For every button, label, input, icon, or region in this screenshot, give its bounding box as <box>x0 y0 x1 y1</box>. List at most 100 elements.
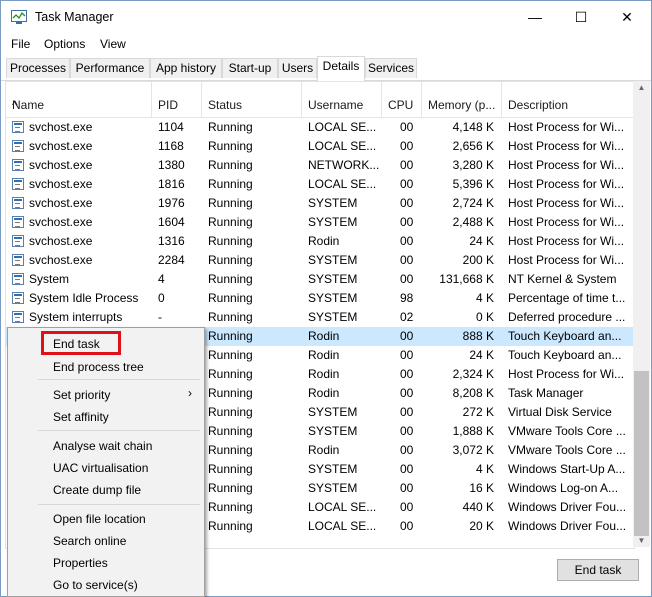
table-row[interactable]: svchost.exe 1168 Running LOCAL SE... 00 2,656… <box>6 137 634 156</box>
process-icon <box>12 292 24 304</box>
tab-details[interactable]: Details <box>317 56 365 81</box>
cell-cpu: 00 <box>400 177 414 191</box>
table-row[interactable]: svchost.exe 2284 Running SYSTEM 00 200 K Host … <box>6 251 634 270</box>
cell-user: SYSTEM <box>308 272 358 286</box>
column-header-pid[interactable]: PID <box>152 82 202 117</box>
column-header-memory[interactable]: Memory (p... <box>422 82 502 117</box>
cell-pid: 1104 <box>158 120 184 134</box>
tab-performance[interactable]: Performance <box>70 58 150 78</box>
minimize-button[interactable]: — <box>512 1 558 33</box>
cell-mem: 20 K <box>469 519 494 533</box>
cell-desc: Host Process for Wi... <box>508 158 625 172</box>
cell-mem: 3,072 K <box>452 443 494 457</box>
menu-open-file-location[interactable]: Open file location <box>53 512 146 526</box>
cell-status: Running <box>208 443 253 457</box>
cell-pid: 1380 <box>158 158 185 172</box>
cell-name: System <box>29 272 70 286</box>
table-row[interactable]: svchost.exe 1604 Running SYSTEM 00 2,488 K Hos… <box>6 213 634 232</box>
table-row[interactable]: svchost.exe 1316 Running Rodin 00 24 K Host Pr… <box>6 232 634 251</box>
cell-mem: 200 K <box>462 253 494 267</box>
cell-status: Running <box>208 291 253 305</box>
cell-mem: 440 K <box>462 500 494 514</box>
menu-properties[interactable]: Properties <box>53 556 108 570</box>
cell-name: svchost.exe <box>29 120 93 134</box>
process-icon <box>12 197 24 209</box>
end-task-button[interactable]: End task <box>557 559 639 581</box>
table-header: ^ Name PID Status Username CPU Memory (p.… <box>6 82 634 118</box>
menu-view[interactable]: View <box>100 37 126 51</box>
cell-name: System Idle Process <box>29 291 139 305</box>
cell-mem: 2,656 K <box>452 139 494 153</box>
cell-desc: Deferred procedure ... <box>508 310 626 324</box>
tab-processes[interactable]: Processes <box>6 58 70 78</box>
window-title: Task Manager <box>35 10 114 24</box>
scroll-down-icon[interactable]: ▼ <box>633 536 650 545</box>
cell-cpu: 98 <box>400 291 414 305</box>
cell-pid: 1816 <box>158 177 185 191</box>
cell-mem: 2,324 K <box>452 367 494 381</box>
tab-app-history[interactable]: App history <box>150 58 222 78</box>
menu-analyse-wait-chain[interactable]: Analyse wait chain <box>53 439 152 453</box>
menu-set-affinity[interactable]: Set affinity <box>53 410 109 424</box>
menu-end-process-tree[interactable]: End process tree <box>53 360 144 374</box>
column-header-status[interactable]: Status <box>202 82 302 117</box>
scroll-up-icon[interactable]: ▲ <box>633 83 650 92</box>
cell-desc: NT Kernel & System <box>508 272 617 286</box>
cell-desc: Host Process for Wi... <box>508 139 625 153</box>
menu-create-dump-file[interactable]: Create dump file <box>53 483 141 497</box>
menu-separator <box>38 430 200 431</box>
tab-startup[interactable]: Start-up <box>222 58 278 78</box>
table-row[interactable]: System Idle Process 0 Running SYSTEM 98 4 K Pe… <box>6 289 634 308</box>
menu-end-task[interactable]: End task <box>53 337 100 351</box>
cell-name: svchost.exe <box>29 177 93 191</box>
cell-mem: 16 K <box>469 481 494 495</box>
cell-name: svchost.exe <box>29 158 93 172</box>
tab-services[interactable]: Services <box>365 58 417 78</box>
cell-name: svchost.exe <box>29 253 93 267</box>
title-bar: Task Manager — ☐ ✕ <box>1 1 651 33</box>
task-manager-app-icon <box>11 10 27 24</box>
cell-user: SYSTEM <box>308 462 358 476</box>
menu-separator <box>38 379 200 380</box>
scroll-thumb[interactable] <box>634 371 649 536</box>
menu-go-to-services[interactable]: Go to service(s) <box>53 578 138 592</box>
table-row[interactable]: System interrupts - Running SYSTEM 02 0 K Defe… <box>6 308 634 327</box>
cell-name: System interrupts <box>29 310 123 324</box>
vertical-scrollbar[interactable]: ▲ ▼ <box>633 81 650 547</box>
minimize-icon: — <box>528 9 542 25</box>
table-row[interactable]: svchost.exe 1104 Running LOCAL SE... 00 4,148… <box>6 118 634 137</box>
cell-status: Running <box>208 310 253 324</box>
column-header-username[interactable]: Username <box>302 82 382 117</box>
column-header-description[interactable]: Description <box>502 82 634 117</box>
cell-desc: Host Process for Wi... <box>508 177 625 191</box>
table-row[interactable]: svchost.exe 1816 Running LOCAL SE... 00 5,396… <box>6 175 634 194</box>
column-header-cpu[interactable]: CPU <box>382 82 422 117</box>
menu-search-online[interactable]: Search online <box>53 534 126 548</box>
menu-bar: File Options View <box>1 34 651 54</box>
close-button[interactable]: ✕ <box>604 1 650 33</box>
menu-file[interactable]: File <box>11 37 30 51</box>
cell-desc: Host Process for Wi... <box>508 215 625 229</box>
maximize-button[interactable]: ☐ <box>558 1 604 33</box>
table-row[interactable]: svchost.exe 1976 Running SYSTEM 00 2,724 K Hos… <box>6 194 634 213</box>
cell-mem: 2,488 K <box>452 215 494 229</box>
cell-mem: 2,724 K <box>452 196 494 210</box>
context-menu: End task End process tree Set priority ›… <box>7 327 205 597</box>
cell-cpu: 00 <box>400 367 414 381</box>
column-header-name[interactable]: ^ Name <box>6 82 152 117</box>
process-icon <box>12 121 24 133</box>
cell-user: SYSTEM <box>308 215 358 229</box>
menu-set-priority[interactable]: Set priority <box>53 388 110 402</box>
cell-pid: 4 <box>158 272 165 286</box>
cell-mem: 24 K <box>469 234 494 248</box>
cell-user: SYSTEM <box>308 405 358 419</box>
table-row[interactable]: System 4 Running SYSTEM 00 131,668 K NT Kernel… <box>6 270 634 289</box>
menu-uac-virtualisation[interactable]: UAC virtualisation <box>53 461 148 475</box>
cell-status: Running <box>208 253 253 267</box>
cell-cpu: 00 <box>400 120 414 134</box>
table-row[interactable]: svchost.exe 1380 Running NETWORK... 00 3,280 … <box>6 156 634 175</box>
menu-options[interactable]: Options <box>44 37 85 51</box>
cell-desc: Host Process for Wi... <box>508 234 625 248</box>
cell-desc: Task Manager <box>508 386 584 400</box>
tab-users[interactable]: Users <box>278 58 317 78</box>
